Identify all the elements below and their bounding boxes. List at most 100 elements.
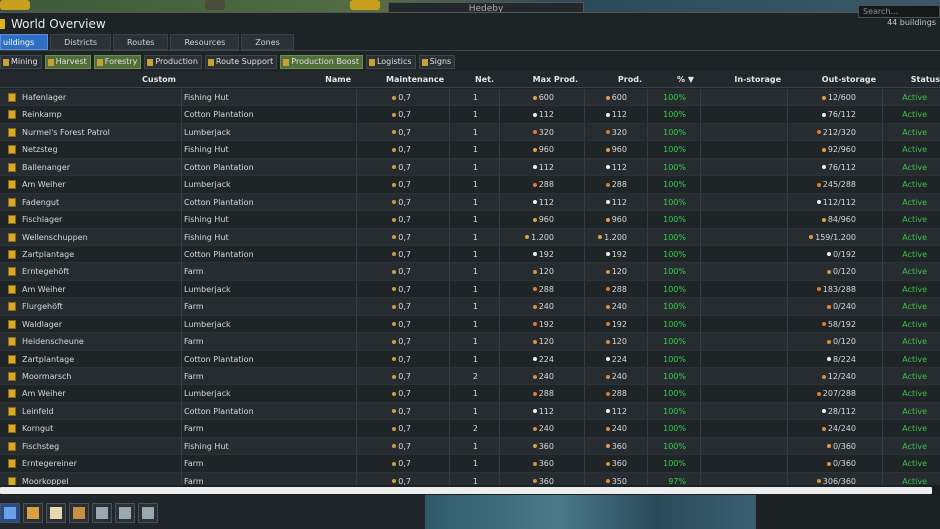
filter-logistics[interactable]: Logistics xyxy=(365,55,416,69)
table-row[interactable]: Fischsteg Fishing Hut 0,7 1 360 360 100% 0/360 A… xyxy=(0,437,940,456)
building-icon[interactable] xyxy=(8,319,16,329)
table-row[interactable]: Netzsteg Fishing Hut 0,7 1 960 960 100% 92/960 A… xyxy=(0,141,940,159)
cell-value: 288 xyxy=(538,180,554,190)
building-icon[interactable] xyxy=(8,180,16,190)
building-icon[interactable] xyxy=(8,249,16,259)
table-row[interactable]: Waldlager Lumberjack 0,7 1 192 192 100% 58/192 A… xyxy=(0,315,940,334)
building-icon[interactable] xyxy=(8,476,16,485)
building-icon[interactable] xyxy=(8,441,16,451)
cell-value: 192 xyxy=(538,319,554,329)
table-row[interactable]: Moorkoppel Farm 0,7 1 360 350 97% 306/360 Active xyxy=(0,472,940,485)
building-icon[interactable] xyxy=(8,93,16,102)
table-row[interactable]: Erntegehöft Farm 0,7 1 120 120 100% 0/120 Active xyxy=(0,263,940,281)
building-icon[interactable] xyxy=(8,406,16,416)
cell-value: Active xyxy=(902,389,927,399)
table-row[interactable]: Fischlager Fishing Hut 0,7 1 960 960 100% 84/96… xyxy=(0,211,940,229)
table-row[interactable]: Heidenscheune Farm 0,7 1 120 120 100% 0/120 Acti… xyxy=(0,333,940,351)
cell-name: Farm xyxy=(184,455,344,472)
building-icon[interactable] xyxy=(8,127,16,137)
building-icon[interactable] xyxy=(8,372,16,381)
table-row[interactable]: Fadengut Cotton Plantation 0,7 1 112 112 100% 1… xyxy=(0,193,940,212)
col-header-status[interactable]: Status xyxy=(883,71,940,88)
table-row[interactable]: Flurgehöft Farm 0,7 1 240 240 100% 0/240 Active xyxy=(0,298,940,316)
table-row[interactable]: Ballenanger Cotton Plantation 0,7 1 112 112 10… xyxy=(0,158,940,177)
col-header-prod[interactable]: Prod. xyxy=(585,71,642,88)
taskbar-button[interactable] xyxy=(92,503,112,523)
filter-route-support[interactable]: Route Support xyxy=(204,55,278,69)
building-icon[interactable] xyxy=(8,459,16,469)
filter-forestry[interactable]: Forestry xyxy=(93,55,142,69)
resource-icon xyxy=(605,391,610,396)
table-row[interactable]: Am Weiher Lumberjack 0,7 1 288 288 100% 207/288… xyxy=(0,385,940,403)
tab-buildings[interactable]: uildings xyxy=(0,34,49,50)
col-header-max-prod[interactable]: Max Prod. xyxy=(500,71,578,88)
cell-value: 1 xyxy=(472,110,478,120)
building-icon[interactable] xyxy=(8,267,16,277)
taskbar-button[interactable] xyxy=(115,503,135,523)
table-row[interactable]: Zartplantage Cotton Plantation 0,7 1 224 224 1… xyxy=(0,350,940,368)
cell-value: 0,7 xyxy=(398,267,411,277)
filter-production-boost[interactable]: Production Boost xyxy=(280,55,363,69)
filter-signs[interactable]: Signs xyxy=(418,55,456,69)
cell-max: 112 xyxy=(500,403,554,420)
building-icon[interactable] xyxy=(8,354,16,364)
col-header-out-storage[interactable]: Out-storage xyxy=(788,71,876,88)
building-icon[interactable] xyxy=(8,302,16,312)
taskbar-button[interactable] xyxy=(0,503,20,523)
col-header-name[interactable]: Name xyxy=(183,71,351,88)
cell-value: 360 xyxy=(611,459,627,469)
col-header-custom[interactable]: Custom xyxy=(0,71,176,88)
col-header-in-storage[interactable]: In-storage xyxy=(700,71,781,88)
cell-net: 2 xyxy=(450,420,478,437)
resource-icon xyxy=(821,165,826,170)
cell-value: 0,7 xyxy=(398,197,411,207)
search-input[interactable]: Search... xyxy=(858,5,940,18)
col-header-maintenance[interactable]: Maintenance xyxy=(357,71,444,88)
table-row[interactable]: Korngut Farm 0,7 2 240 240 100% 24/240 Active xyxy=(0,420,940,438)
tab-zones[interactable]: Zones xyxy=(241,34,294,50)
cell-value: Fishing Hut xyxy=(184,145,229,155)
cell-custom: Erntegereiner xyxy=(22,455,172,472)
building-icon[interactable] xyxy=(8,215,16,225)
table-row[interactable]: Nurmel's Forest Patrol Lumberjack 0,7 1 320 3… xyxy=(0,123,940,142)
tab-routes[interactable]: Routes xyxy=(113,34,169,50)
table-row[interactable]: Leinfeld Cotton Plantation 0,7 1 112 112 100% 2… xyxy=(0,402,940,421)
taskbar-button[interactable] xyxy=(46,503,66,523)
filter-production[interactable]: Production xyxy=(144,55,202,69)
building-icon[interactable] xyxy=(8,145,16,155)
table-row[interactable]: Am Weiher Lumberjack 0,7 1 288 288 100% 183/288… xyxy=(0,280,940,299)
table-row[interactable]: Moormarsch Farm 0,7 2 240 240 100% 12/240 Active xyxy=(0,368,940,386)
tab-resources[interactable]: Resources xyxy=(170,34,240,50)
cell-value: 240 xyxy=(538,372,554,381)
filter-harvest[interactable]: Harvest xyxy=(44,55,91,69)
col-header-net[interactable]: Net. xyxy=(450,71,494,88)
taskbar-button[interactable] xyxy=(138,503,158,523)
table-row[interactable]: Hafenlager Fishing Hut 0,7 1 600 600 100% 12/60… xyxy=(0,89,940,107)
building-icon[interactable] xyxy=(8,162,16,172)
cell-value: 12/240 xyxy=(827,372,856,381)
horizontal-scrollbar[interactable] xyxy=(0,486,940,495)
table-row[interactable]: Reinkamp Cotton Plantation 0,7 1 112 112 100% 7… xyxy=(0,106,940,124)
table-row[interactable]: Erntegereiner Farm 0,7 1 360 360 100% 0/360 Acti… xyxy=(0,455,940,473)
building-icon[interactable] xyxy=(8,424,16,434)
cell-value: Active xyxy=(902,319,927,329)
taskbar-button[interactable] xyxy=(69,503,89,523)
building-icon[interactable] xyxy=(8,232,16,242)
scrollbar-thumb[interactable] xyxy=(0,487,932,494)
table-row[interactable]: Am Weiher Lumberjack 0,7 1 288 288 100% 245/288… xyxy=(0,176,940,194)
tab-districts[interactable]: Districts xyxy=(50,34,112,50)
table-row[interactable]: Wellenschuppen Fishing Hut 0,7 1 1.200 1.200 1… xyxy=(0,228,940,246)
filter-mining[interactable]: Mining xyxy=(0,55,42,69)
building-icon[interactable] xyxy=(8,337,16,347)
home-icon xyxy=(4,507,16,519)
building-icon[interactable] xyxy=(8,197,16,207)
cell-value: 224 xyxy=(538,354,554,364)
building-icon[interactable] xyxy=(8,284,16,294)
building-icon[interactable] xyxy=(8,110,16,120)
building-icon[interactable] xyxy=(8,389,16,399)
minimap-strip[interactable] xyxy=(425,495,755,529)
col-header-percent[interactable]: % ▼ xyxy=(648,71,694,88)
taskbar-button[interactable] xyxy=(23,503,43,523)
table-row[interactable]: Zartplantage Cotton Plantation 0,7 1 192 192 1… xyxy=(0,245,940,264)
resource-icon xyxy=(826,269,831,274)
